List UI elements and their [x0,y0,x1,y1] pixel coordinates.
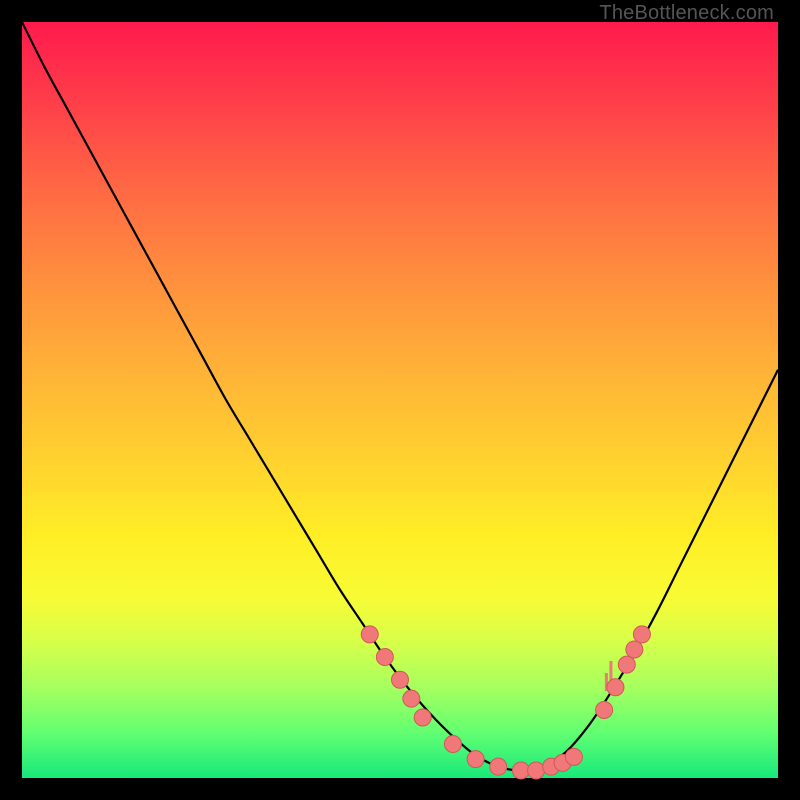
data-marker [607,679,624,696]
data-marker [361,626,378,643]
plot-area [22,22,778,778]
data-marker [512,762,529,779]
data-marker [596,701,613,718]
data-marker [376,649,393,666]
data-marker [414,709,431,726]
data-marker [626,641,643,658]
data-marker [633,626,650,643]
data-marker [565,748,582,765]
chart-svg [22,22,778,778]
data-marker [444,735,461,752]
data-marker [403,690,420,707]
data-markers [361,626,650,779]
data-marker [618,656,635,673]
bottleneck-curve [22,22,778,770]
data-marker [467,751,484,768]
data-marker [528,762,545,779]
data-marker [490,758,507,775]
chart-stage: TheBottleneck.com [0,0,800,800]
data-marker [392,671,409,688]
